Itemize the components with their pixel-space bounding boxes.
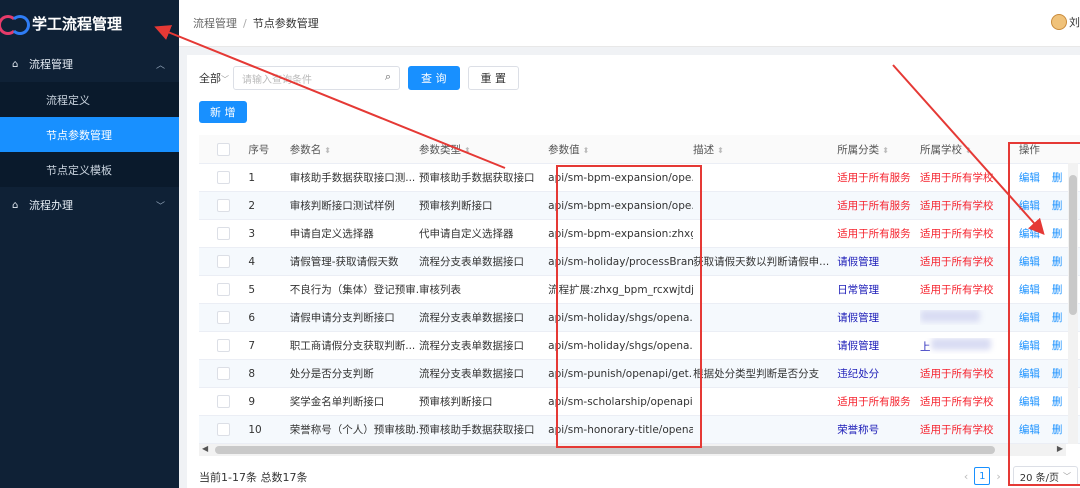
arrow-to-edit	[892, 64, 1045, 235]
arrow-to-title	[154, 25, 506, 169]
annotation-arrows	[154, 25, 1045, 235]
